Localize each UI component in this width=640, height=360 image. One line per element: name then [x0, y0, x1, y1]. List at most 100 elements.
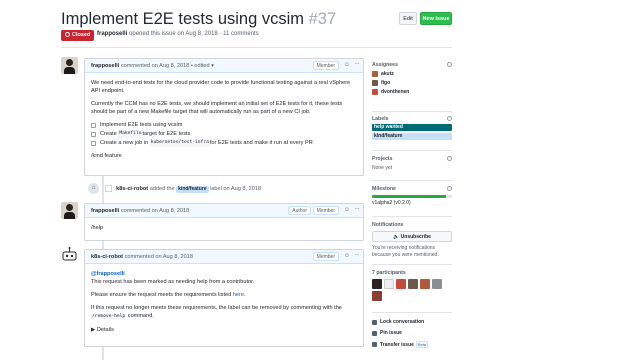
sidebar-divider — [372, 312, 452, 313]
task-item: Create a new job in kubernetes/test-infr… — [91, 139, 357, 147]
more-options-icon[interactable]: ··· — [355, 61, 360, 67]
comment-meta[interactable]: commented on Aug 8, 2018 — [125, 254, 193, 260]
lock-conversation-button[interactable]: Lock conversation — [372, 319, 452, 325]
comment-author-link[interactable]: frapposelli — [91, 208, 119, 214]
issue-author-link[interactable]: frapposelli — [97, 31, 127, 37]
milestone-progress-fill — [372, 195, 446, 198]
smiley-icon[interactable]: ☺ — [344, 253, 350, 259]
comment-paragraph: We need end-to-end tests for the cloud p… — [91, 80, 351, 94]
pin-icon — [372, 330, 377, 336]
gear-icon[interactable] — [447, 156, 452, 161]
assignee-item[interactable]: dvonthenen — [372, 89, 452, 95]
assignee-item[interactable]: akutz — [372, 71, 452, 77]
participants-section: 7 participants — [372, 270, 452, 301]
smiley-icon[interactable]: ☺ — [344, 207, 350, 213]
gear-icon[interactable] — [447, 186, 452, 191]
details-toggle[interactable]: ▶ Details — [91, 326, 357, 334]
comment-text: Please ensure the request meets the requ… — [91, 292, 233, 298]
closed-icon — [65, 31, 70, 37]
pin-label: Pin issue — [380, 330, 402, 336]
assignee-name: akutz — [381, 71, 394, 77]
comment-header: k8s-ci-robot commented on Aug 8, 2018 Me… — [85, 250, 363, 264]
new-issue-button[interactable]: New issue — [420, 12, 452, 25]
comment-header: frapposelli commented on Aug 8, 2018 • e… — [85, 59, 363, 73]
milestone-progress — [372, 195, 452, 198]
issue-title-text: Implement E2E tests using vcsim — [61, 10, 305, 28]
milestone-title: Milestone — [372, 186, 396, 192]
comment-meta[interactable]: commented on Aug 8, 2018 • edited ▾ — [121, 63, 214, 69]
comment-author-link[interactable]: k8s-ci-robot — [91, 254, 123, 260]
assignees-title: Assignees — [372, 62, 398, 68]
task-checkbox[interactable] — [91, 131, 96, 137]
participants-list — [372, 279, 452, 301]
avatar[interactable] — [408, 279, 418, 289]
task-text: Implement E2E tests using vcsim — [100, 122, 183, 128]
issue-title: Implement E2E tests using vcsim #37 — [61, 10, 336, 29]
avatar[interactable] — [396, 279, 406, 289]
assignee-item[interactable]: figo — [372, 80, 452, 86]
comment-text: command. — [127, 313, 154, 319]
projects-value: None yet — [372, 165, 393, 171]
issue-meta-text: opened this issue on Aug 8, 2018 · 11 co… — [129, 31, 259, 37]
task-text: target for E2E tests — [142, 131, 191, 137]
sidebar-divider — [372, 216, 452, 217]
event-actor-link[interactable]: k8s-ci-robot — [116, 186, 148, 192]
sidebar-divider — [372, 180, 452, 181]
notifications-section: Notifications 🔈 Unsubscribe You're recei… — [372, 222, 452, 258]
gear-icon[interactable] — [447, 116, 452, 121]
role-badge: Member — [312, 252, 339, 261]
projects-title: Projects — [372, 156, 393, 162]
comment-box: frapposelli commented on Aug 8, 2018 Aut… — [84, 203, 364, 241]
avatar[interactable] — [61, 246, 78, 263]
beta-badge: Beta — [415, 341, 429, 348]
sidebar-divider — [372, 150, 452, 151]
comment-text: If this request no longer meets these re… — [91, 305, 342, 311]
comment-body: /help — [85, 218, 363, 241]
role-badge: Member — [312, 61, 339, 70]
smiley-icon[interactable]: ☺ — [344, 62, 350, 68]
author-badge: Author — [288, 206, 311, 215]
task-checkbox[interactable] — [91, 140, 96, 146]
comment-paragraph: If this request no longer meets these re… — [91, 304, 357, 321]
inline-code: Makefile — [118, 130, 143, 138]
comment-paragraph: /help — [91, 225, 104, 231]
more-options-icon[interactable]: ··· — [355, 206, 360, 212]
assignee-name: figo — [381, 80, 391, 86]
avatar[interactable] — [61, 57, 78, 74]
avatar[interactable] — [372, 279, 382, 289]
avatar[interactable] — [384, 279, 394, 289]
milestone-link[interactable]: v1alpha2 (v0.2.0) — [372, 200, 452, 206]
mention-link[interactable]: @frapposelli — [91, 271, 125, 277]
label-kind-feature[interactable]: kind/feature — [176, 185, 209, 193]
comment-body: We need end-to-end tests for the cloud p… — [85, 73, 363, 169]
edit-button[interactable]: Edit — [399, 12, 417, 25]
comment-header: frapposelli commented on Aug 8, 2018 Aut… — [85, 204, 363, 218]
avatar[interactable] — [61, 202, 78, 219]
comment-meta[interactable]: commented on Aug 8, 2018 — [121, 208, 189, 214]
avatar[interactable] — [432, 279, 442, 289]
gear-icon[interactable] — [447, 62, 452, 67]
more-options-icon[interactable]: ··· — [355, 252, 360, 258]
labels-title: Labels — [372, 116, 389, 122]
sidebar-divider — [372, 264, 452, 265]
avatar — [372, 80, 378, 86]
avatar[interactable] — [104, 185, 112, 192]
comment-box: frapposelli commented on Aug 8, 2018 • e… — [84, 58, 364, 176]
pin-issue-button[interactable]: Pin issue — [372, 330, 452, 336]
requirements-link[interactable]: here — [233, 292, 244, 298]
avatar[interactable] — [420, 279, 430, 289]
event-text: added the — [149, 185, 175, 192]
status-badge: Closed — [61, 30, 94, 41]
status-text: Closed — [72, 32, 91, 38]
unsubscribe-button[interactable]: 🔈 Unsubscribe — [372, 231, 452, 242]
avatar[interactable] — [372, 291, 382, 301]
task-item: Create Makefile target for E2E tests — [91, 130, 357, 138]
comment-author-link[interactable]: frapposelli — [91, 63, 119, 69]
bot-icon — [62, 247, 77, 261]
sidebar-divider — [372, 111, 452, 112]
lock-icon — [372, 319, 377, 325]
label-help-wanted[interactable]: help wanted — [372, 124, 452, 131]
label-kind-feature[interactable]: kind/feature — [372, 133, 452, 140]
transfer-issue-button[interactable]: Transfer issue Beta — [372, 341, 452, 348]
task-checkbox[interactable] — [91, 122, 96, 128]
